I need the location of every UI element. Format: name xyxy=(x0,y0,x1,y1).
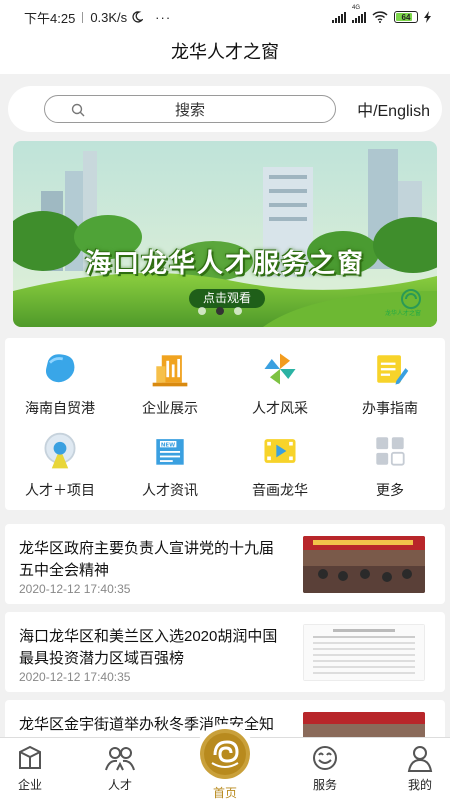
news-date: 2020-12-12 17:40:35 xyxy=(19,582,131,596)
pinwheel-icon xyxy=(264,353,296,385)
building-chart-icon xyxy=(152,355,188,387)
page-title: 龙华人才之窗 xyxy=(0,34,450,74)
news-thumbnail xyxy=(303,624,425,681)
enterprise-icon xyxy=(19,745,41,769)
svg-text:NEW: NEW xyxy=(161,442,175,448)
banner-carousel[interactable]: 海口龙华人才服务之窗 点击观看 龙华人才之窗 xyxy=(13,141,437,327)
tab-home-logo[interactable] xyxy=(195,724,255,784)
status-network-speed: 0.3K/s xyxy=(90,9,128,25)
language-toggle[interactable]: 中/English xyxy=(357,97,430,121)
carousel-dot xyxy=(198,307,206,315)
news-title: 海口龙华区和美兰区入选2020胡润中国最具投资潜力区域百强榜 xyxy=(19,628,278,667)
grid-item-service-guide[interactable]: 办事指南 xyxy=(335,338,445,418)
notepad-pencil-icon xyxy=(377,355,409,385)
battery-icon: 64 xyxy=(394,11,418,23)
search-input[interactable]: 搜索 xyxy=(44,95,336,123)
news-item[interactable]: 海口龙华区和美兰区入选2020胡润中国最具投资潜力区域百强榜 2020-12-1… xyxy=(5,612,445,692)
location-pin-icon xyxy=(44,432,76,469)
moon-icon xyxy=(132,11,144,23)
search-placeholder: 搜索 xyxy=(174,101,205,119)
grid-item-audio-visual-longhua[interactable]: 音画龙华 xyxy=(225,420,335,500)
banner-logo-text: 龙华人才之窗 xyxy=(385,311,422,317)
banner-watch-button[interactable]: 点击观看 xyxy=(189,289,265,308)
film-play-icon xyxy=(264,439,296,463)
search-bar: 搜索 中/English xyxy=(8,86,442,132)
news-date: 2020-12-12 17:40:35 xyxy=(19,670,131,684)
news-item[interactable]: 龙华区政府主要负责人宣讲党的十九届五中全会精神 2020-12-12 17:40… xyxy=(5,524,445,604)
grid-item-enterprise-showcase[interactable]: 企业展示 xyxy=(115,338,225,418)
search-icon xyxy=(71,103,85,117)
feature-grid: 海南自贸港 企业展示 人才风采 办事指南 人才＋项目 NEW 人才资讯 音画龙华… xyxy=(5,338,445,510)
banner-title: 海口龙华人才服务之窗 xyxy=(84,249,365,279)
grid-item-talent-news[interactable]: NEW 人才资讯 xyxy=(115,420,225,500)
news-title: 龙华区政府主要负责人宣讲党的十九届五中全会精神 xyxy=(19,540,275,579)
user-icon xyxy=(407,746,433,772)
status-bar: 下午4:25 0.3K/s ··· 4G 64 xyxy=(0,0,450,34)
carousel-indicators xyxy=(198,307,242,315)
signal-icon xyxy=(332,11,346,23)
tab-talent[interactable]: 人才 xyxy=(85,744,155,793)
smile-service-icon xyxy=(313,746,337,770)
grid-item-talent-project[interactable]: 人才＋项目 xyxy=(5,420,115,500)
tab-home[interactable]: 首页 xyxy=(190,780,260,800)
wifi-icon xyxy=(372,11,388,23)
tab-enterprise[interactable]: 企业 xyxy=(0,744,65,793)
home-logo-icon xyxy=(200,729,250,779)
charging-icon xyxy=(424,11,431,23)
newspaper-icon: NEW xyxy=(156,439,184,465)
status-time: 下午4:25 xyxy=(24,10,76,26)
grid-item-more[interactable]: 更多 xyxy=(335,420,445,500)
carousel-dot xyxy=(234,307,242,315)
more-grid-icon xyxy=(376,437,405,466)
grid-item-hainan-ftp[interactable]: 海南自贸港 xyxy=(5,338,115,418)
tab-service[interactable]: 服务 xyxy=(290,744,360,793)
people-icon xyxy=(105,747,135,771)
carousel-dot-active xyxy=(216,307,224,315)
news-thumbnail xyxy=(303,536,425,593)
hainan-map-icon xyxy=(45,354,75,383)
signal-4g-icon: 4G xyxy=(352,5,366,23)
tab-mine[interactable]: 我的 xyxy=(385,744,450,793)
grid-item-talent-style[interactable]: 人才风采 xyxy=(225,338,335,418)
status-more-dots: ··· xyxy=(155,9,172,25)
